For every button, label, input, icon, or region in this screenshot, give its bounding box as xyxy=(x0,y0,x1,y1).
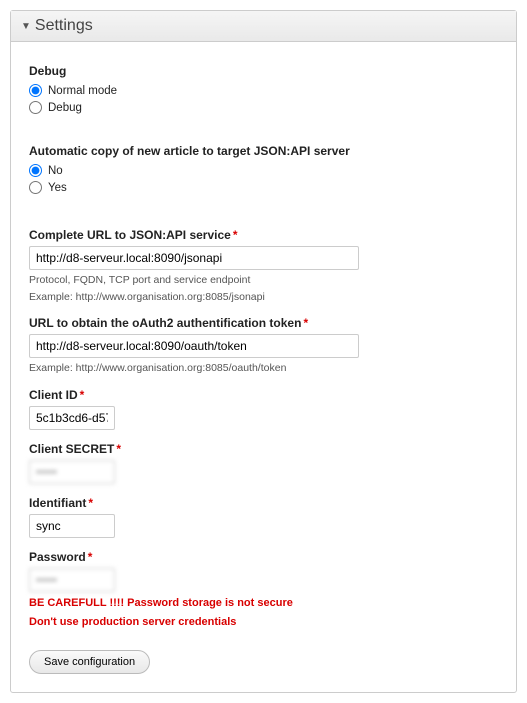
autocopy-legend: Automatic copy of new article to target … xyxy=(29,144,498,158)
identifiant-label: Identifiant* xyxy=(29,496,498,510)
password-label: Password* xyxy=(29,550,498,564)
debug-radio-debug-label: Debug xyxy=(48,102,82,114)
required-marker: * xyxy=(303,316,308,330)
jsonapi-url-input[interactable] xyxy=(29,246,359,270)
settings-panel: ▼ Settings Debug Normal mode Debug Autom… xyxy=(10,10,517,693)
debug-radio-normal-label: Normal mode xyxy=(48,85,117,97)
identifiant-input[interactable] xyxy=(29,514,115,538)
debug-legend: Debug xyxy=(29,64,498,78)
password-input[interactable] xyxy=(29,568,115,592)
save-button[interactable]: Save configuration xyxy=(29,650,150,674)
autocopy-radio-no[interactable] xyxy=(29,164,42,177)
settings-content: Debug Normal mode Debug Automatic copy o… xyxy=(11,42,516,692)
required-marker: * xyxy=(233,228,238,242)
autocopy-radio-no-label: No xyxy=(48,165,63,177)
jsonapi-url-help1: Protocol, FQDN, TCP port and service end… xyxy=(29,273,498,287)
oauth-url-help: Example: http://www.organisation.org:808… xyxy=(29,361,498,375)
jsonapi-url-help2: Example: http://www.organisation.org:808… xyxy=(29,290,498,304)
autocopy-radio-yes-label: Yes xyxy=(48,182,67,194)
password-warning-2: Don't use production server credentials xyxy=(29,615,498,630)
settings-summary[interactable]: ▼ Settings xyxy=(11,11,516,42)
oauth-url-label: URL to obtain the oAuth2 authentificatio… xyxy=(29,316,498,330)
required-marker: * xyxy=(116,442,121,456)
required-marker: * xyxy=(88,550,93,564)
autocopy-radio-yes[interactable] xyxy=(29,181,42,194)
oauth-url-input[interactable] xyxy=(29,334,359,358)
debug-option-debug[interactable]: Debug xyxy=(29,101,498,114)
required-marker: * xyxy=(80,388,85,402)
jsonapi-url-label: Complete URL to JSON:API service* xyxy=(29,228,498,242)
client-id-input[interactable] xyxy=(29,406,115,430)
required-marker: * xyxy=(88,496,93,510)
client-secret-label: Client SECRET* xyxy=(29,442,498,456)
debug-radio-debug[interactable] xyxy=(29,101,42,114)
debug-radio-normal[interactable] xyxy=(29,84,42,97)
autocopy-option-yes[interactable]: Yes xyxy=(29,181,498,194)
debug-option-normal[interactable]: Normal mode xyxy=(29,84,498,97)
client-secret-input[interactable] xyxy=(29,460,115,484)
caret-down-icon: ▼ xyxy=(21,21,31,32)
client-id-label: Client ID* xyxy=(29,388,498,402)
autocopy-option-no[interactable]: No xyxy=(29,164,498,177)
password-warning-1: BE CAREFULL !!!! Password storage is not… xyxy=(29,596,498,611)
settings-title: Settings xyxy=(35,17,93,35)
